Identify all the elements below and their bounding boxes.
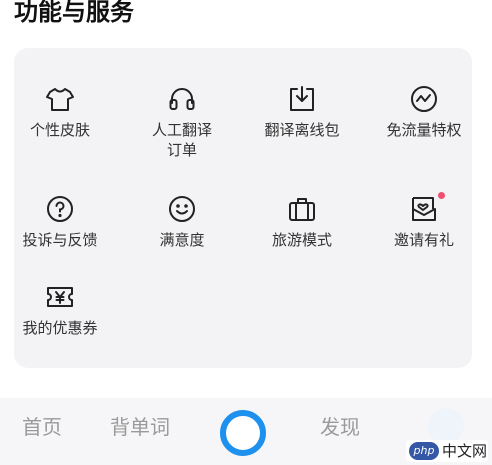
headphones-icon [167,84,197,114]
question-circle-icon [45,194,75,224]
suitcase-icon [287,194,317,224]
smiley-icon [167,194,197,224]
service-label: 旅游模式 [271,231,332,249]
service-satisfaction[interactable]: 满意度 [126,194,238,250]
service-label: 翻译离线包 [264,121,340,139]
service-label: 免流量特权 [386,121,462,139]
voice-assistant-button[interactable] [220,410,266,456]
services-panel: 个性皮肤 人工翻译 订单 翻译离线包 免流量特权 投诉与反馈 满意度 旅游模式 … [14,48,472,368]
service-label: 我的优惠券 [22,319,98,337]
profile-tab-icon[interactable] [428,408,464,444]
yen-ticket-icon [45,282,75,312]
tab-vocabulary[interactable]: 背单词 [110,414,170,440]
service-feedback[interactable]: 投诉与反馈 [4,194,116,250]
service-free-data[interactable]: 免流量特权 [368,84,480,140]
envelope-heart-icon [409,194,439,224]
tab-home[interactable]: 首页 [22,414,62,440]
trend-circle-icon [409,84,439,114]
download-tray-icon [287,84,317,114]
service-human-translation[interactable]: 人工翻译 订单 [126,84,238,160]
service-label: 个性皮肤 [29,121,90,139]
watermark-logo: php [409,442,439,460]
watermark: php 中文网 [406,440,488,462]
tshirt-icon [45,84,75,114]
service-label: 满意度 [159,231,205,249]
service-coupons[interactable]: 我的优惠券 [4,282,116,338]
service-label: 投诉与反馈 [22,231,98,249]
service-invite[interactable]: 邀请有礼 [368,192,480,250]
service-personal-skin[interactable]: 个性皮肤 [4,84,116,140]
service-offline-pack[interactable]: 翻译离线包 [246,84,358,140]
watermark-text: 中文网 [442,442,488,460]
service-label: 邀请有礼 [393,231,454,249]
notification-dot [438,192,445,199]
service-travel-mode[interactable]: 旅游模式 [246,194,358,250]
tab-discover[interactable]: 发现 [320,414,360,440]
service-label: 人工翻译 订单 [151,121,212,159]
section-title: 功能与服务 [14,0,134,26]
